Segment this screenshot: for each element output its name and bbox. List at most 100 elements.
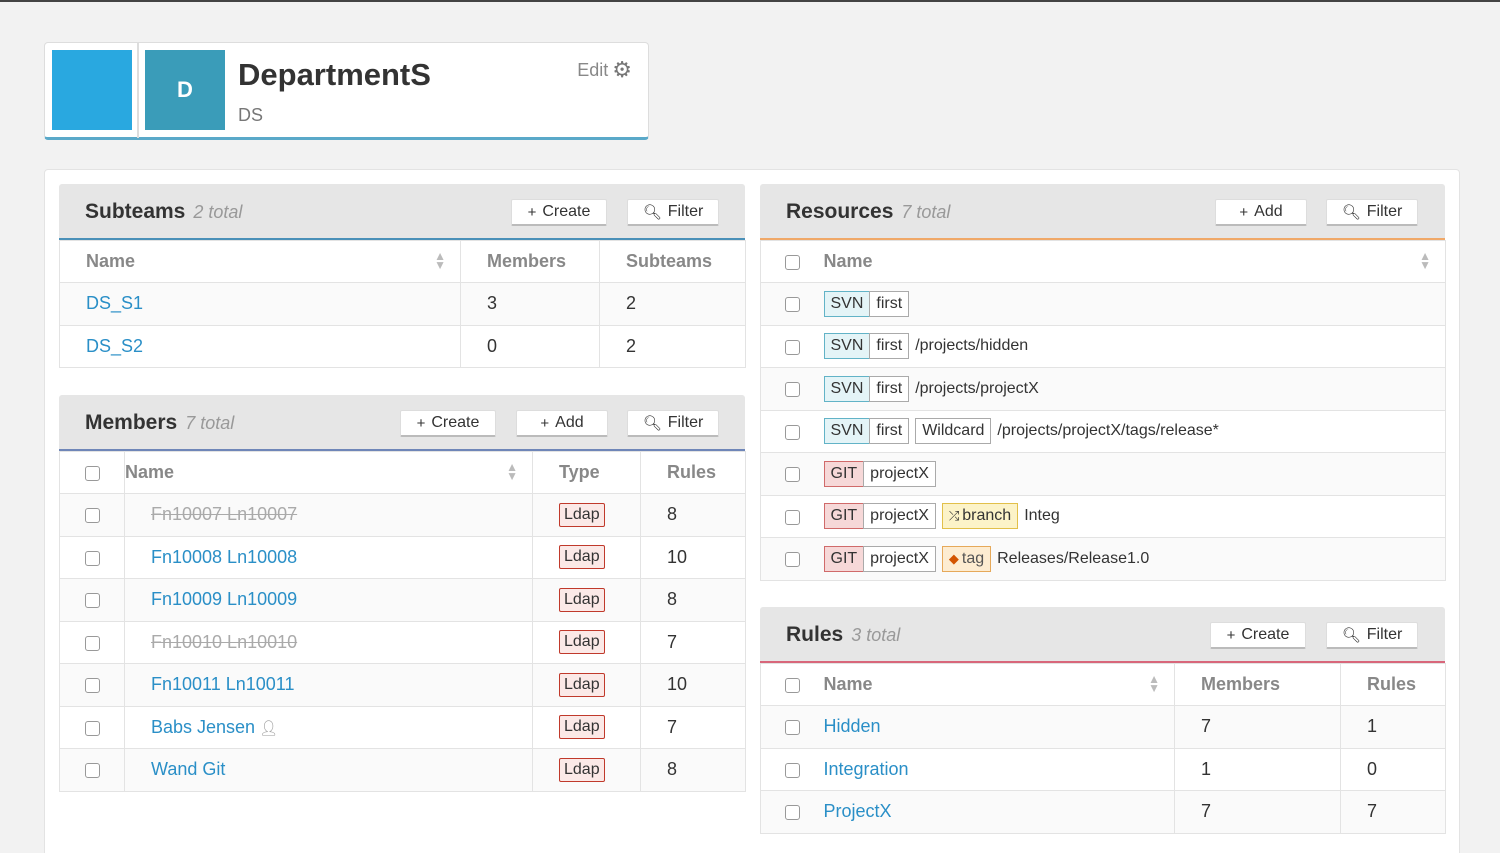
row-checkbox[interactable] <box>784 509 800 525</box>
add-member-button[interactable]: + Add <box>516 410 608 437</box>
select-all-checkbox[interactable] <box>784 254 800 270</box>
row-checkbox[interactable] <box>84 720 100 736</box>
plus-icon: + <box>1226 626 1236 644</box>
rules-cell: 8 <box>640 578 746 622</box>
sort-icon[interactable]: ▲ ▼ <box>434 250 446 271</box>
row-checkbox[interactable] <box>784 297 800 312</box>
table-row: SVN first <box>760 282 1446 326</box>
subteam-link[interactable]: DS_S1 <box>86 293 143 313</box>
resources-table: Name ▲ ▼ SVN first SVN first/projects/hidden… <box>760 240 1446 581</box>
edit-team-button[interactable]: Edit ⚙ <box>577 57 632 83</box>
row-checkbox[interactable] <box>784 382 800 397</box>
vcs-badge: SVN <box>823 333 871 360</box>
filter-label: Filter <box>1366 626 1403 643</box>
sort-icon[interactable]: ▲ ▼ <box>506 461 518 482</box>
column-header-name[interactable]: Name ▲ ▼ <box>823 663 1175 706</box>
sort-icon[interactable]: ▲ ▼ <box>1148 673 1160 694</box>
type-badge: Ldap <box>559 502 605 527</box>
create-rule-button[interactable]: + Create <box>1210 622 1306 649</box>
resources-section: Resources 7 total + Add 🔍︎ Filter Name ▲ ▼ SV… <box>760 184 1446 581</box>
member-link[interactable]: Babs Jensen <box>151 717 255 737</box>
column-header-name[interactable]: Name ▲ ▼ <box>823 240 1446 283</box>
member-name-disabled[interactable]: Fn10010 Ln10010 <box>151 632 297 652</box>
repo-badge: first <box>869 418 910 445</box>
row-checkbox[interactable] <box>784 467 800 482</box>
row-checkbox[interactable] <box>784 720 800 735</box>
filter-members-button[interactable]: 🔍︎ Filter <box>627 410 719 437</box>
table-row: GIT projectX ◆ tag Releases/Release1.0 <box>760 537 1446 581</box>
select-all-checkbox-cell <box>760 240 824 283</box>
row-checkbox[interactable] <box>84 763 100 778</box>
vcs-badge: GIT <box>823 503 865 530</box>
select-all-checkbox[interactable] <box>784 677 800 693</box>
members-cell: 3 <box>460 282 600 326</box>
rules-header: Rules 3 total + Create 🔍︎ Filter <box>760 607 1445 663</box>
create-label: Create <box>431 414 480 431</box>
row-checkbox[interactable] <box>84 593 100 608</box>
table-row: Wand Git Ldap 8 <box>59 748 746 792</box>
row-checkbox[interactable] <box>784 552 800 567</box>
resource-path: Integ <box>1024 507 1060 525</box>
tag-label: tag <box>961 549 985 567</box>
member-link[interactable]: Fn10009 Ln10009 <box>151 589 297 609</box>
column-header-name[interactable]: Name ▲ ▼ <box>124 451 533 494</box>
member-link[interactable]: Wand Git <box>151 759 225 779</box>
select-all-checkbox[interactable] <box>84 465 100 481</box>
resources-count: 7 total <box>901 202 951 222</box>
subteam-link[interactable]: DS_S2 <box>86 336 143 356</box>
edit-label: Edit <box>577 59 609 80</box>
rule-link[interactable]: ProjectX <box>824 801 892 821</box>
create-member-button[interactable]: + Create <box>400 410 496 437</box>
members-cell: 7 <box>1174 790 1341 834</box>
table-row: Integration 1 0 <box>760 747 1446 791</box>
create-label: Create <box>1241 626 1290 643</box>
resource-path: /projects/projectX/tags/release* <box>997 422 1219 440</box>
resource-cell: SVN first Wildcard/projects/projectX/tags/… <box>823 409 1446 453</box>
column-header-subteams: Subteams <box>599 240 746 283</box>
rule-link[interactable]: Integration <box>824 759 909 779</box>
row-checkbox[interactable] <box>784 339 800 355</box>
filter-rules-button[interactable]: 🔍︎ Filter <box>1326 622 1418 649</box>
rules-title: Rules 3 total <box>786 623 900 647</box>
search-icon: 🔍︎ <box>642 415 662 432</box>
filter-label: Filter <box>667 414 704 431</box>
tag-icon: ◆ <box>948 550 959 566</box>
column-header-name[interactable]: Name ▲ ▼ <box>59 240 461 283</box>
filter-label: Filter <box>1366 203 1403 220</box>
resource-cell: SVN first/projects/hidden <box>823 324 1446 368</box>
table-row: Babs Jensen 👤︎ Ldap 7 <box>59 705 746 749</box>
vcs-badge: SVN <box>823 418 871 445</box>
column-header-rules: Rules <box>640 451 746 494</box>
type-badge: Ldap <box>559 587 605 612</box>
members-title-text: Members <box>85 411 178 434</box>
create-subteam-button[interactable]: + Create <box>511 199 607 226</box>
rules-cell: 8 <box>640 748 746 792</box>
member-link[interactable]: Fn10008 Ln10008 <box>151 547 297 567</box>
filter-resources-button[interactable]: 🔍︎ Filter <box>1326 199 1418 226</box>
row-checkbox[interactable] <box>784 762 800 778</box>
repo-badge: projectX <box>863 460 936 487</box>
row-checkbox[interactable] <box>84 635 100 651</box>
subteams-cell: 2 <box>599 324 746 368</box>
row-checkbox[interactable] <box>784 805 800 820</box>
column-header-rules: Rules <box>1340 663 1446 706</box>
row-checkbox[interactable] <box>84 678 100 693</box>
members-header: Members 7 total + Create + Add 🔍︎ Filter <box>59 395 745 451</box>
rule-link[interactable]: Hidden <box>824 716 881 736</box>
resource-cell: GIT projectX ⤮ branch Integ <box>823 494 1446 538</box>
row-checkbox[interactable] <box>84 550 100 566</box>
resources-title-text: Resources <box>786 200 894 223</box>
table-row: SVN first/projects/hidden <box>760 324 1446 368</box>
add-resource-button[interactable]: + Add <box>1215 199 1307 226</box>
sort-icon[interactable]: ▲ ▼ <box>1419 250 1431 271</box>
filter-subteams-button[interactable]: 🔍︎ Filter <box>627 199 719 226</box>
row-checkbox[interactable] <box>84 508 100 523</box>
member-link[interactable]: Fn10011 Ln10011 <box>151 674 294 694</box>
subteams-table: Name ▲ ▼ Members Subteams DS_S1 3 2 DS_S2 … <box>59 240 746 368</box>
row-checkbox[interactable] <box>784 424 800 440</box>
resource-cell: SVN first/projects/projectX <box>823 367 1446 411</box>
table-row: GIT projectX <box>760 452 1446 496</box>
search-icon: 🔍︎ <box>1341 204 1361 221</box>
type-badge: Ldap <box>559 545 605 570</box>
member-name-disabled[interactable]: Fn10007 Ln10007 <box>151 504 297 524</box>
